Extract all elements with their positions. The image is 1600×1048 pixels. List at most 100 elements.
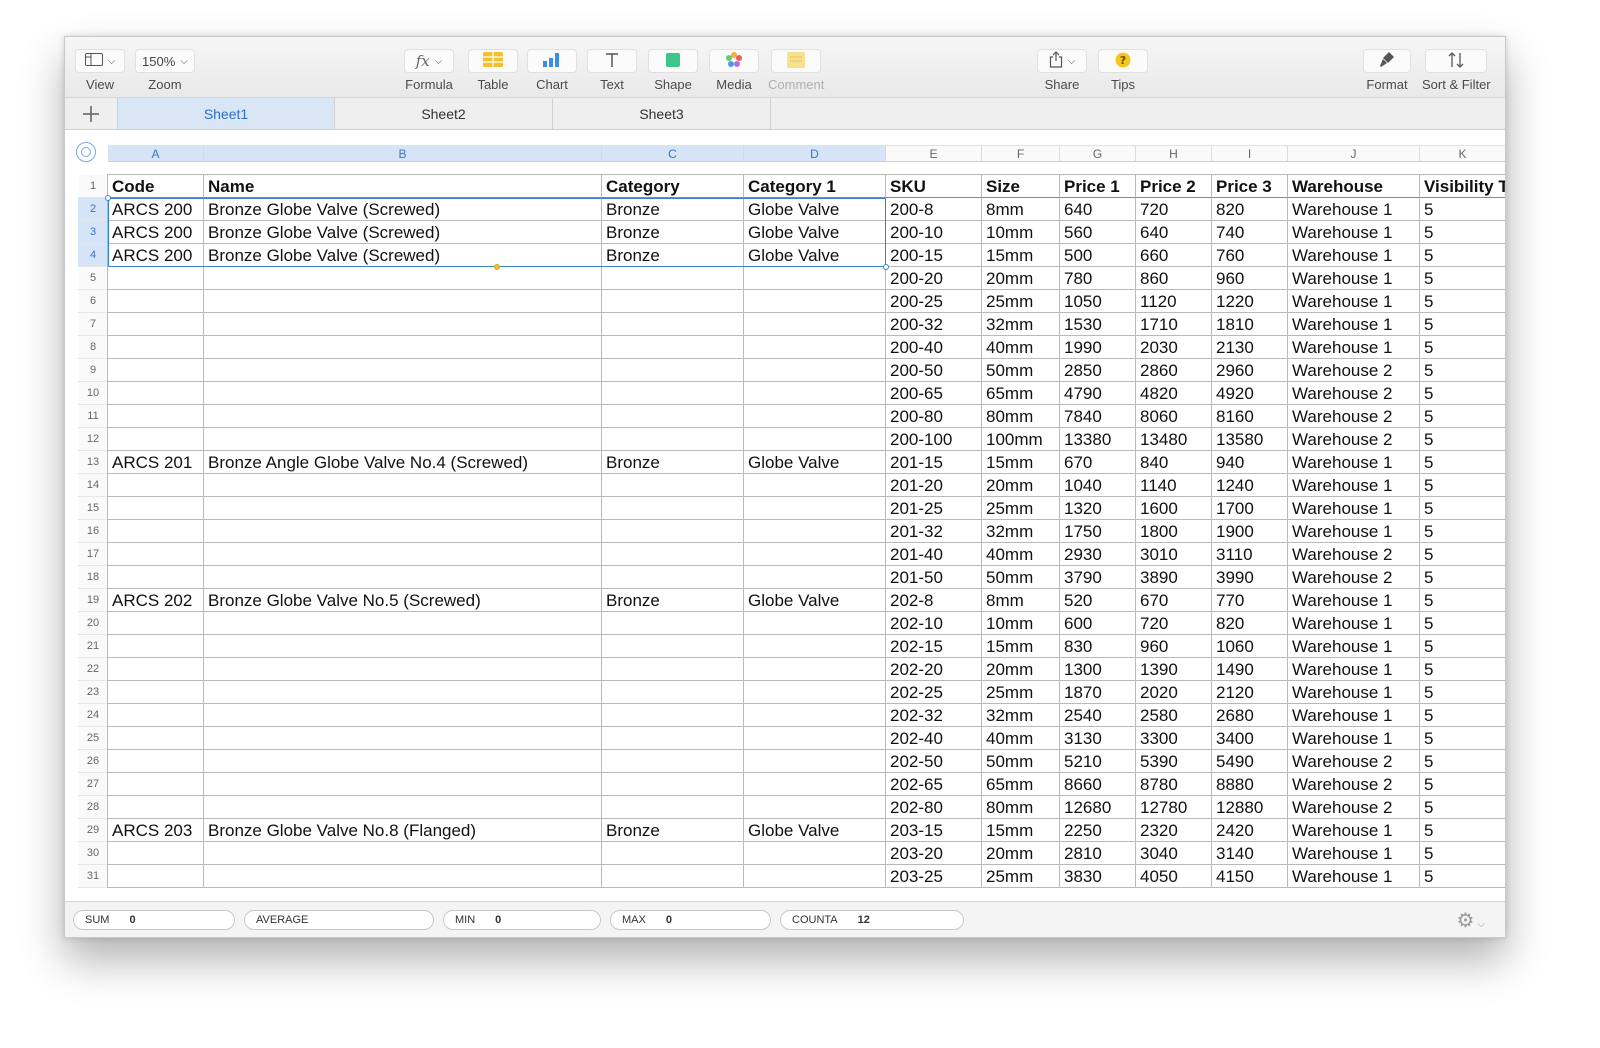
- table-cell[interactable]: 1320: [1060, 497, 1136, 520]
- table-cell[interactable]: [108, 612, 204, 635]
- row-header[interactable]: 17: [78, 543, 108, 566]
- table-cell[interactable]: [204, 658, 602, 681]
- table-cell[interactable]: 2250: [1060, 819, 1136, 842]
- table-cell[interactable]: 201-20: [886, 474, 982, 497]
- row-header[interactable]: 31: [78, 865, 108, 888]
- table-cell[interactable]: 5: [1420, 359, 1505, 382]
- table-cell[interactable]: 760: [1212, 244, 1288, 267]
- table-cell[interactable]: 3010: [1136, 543, 1212, 566]
- table-cell[interactable]: [204, 635, 602, 658]
- table-cell[interactable]: Warehouse 1: [1288, 244, 1420, 267]
- table-cell[interactable]: 3110: [1212, 543, 1288, 566]
- comment-button[interactable]: [771, 49, 822, 73]
- table-cell[interactable]: 13480: [1136, 428, 1212, 451]
- table-cell[interactable]: 50mm: [982, 750, 1060, 773]
- table-cell[interactable]: Bronze Angle Globe Valve No.4 (Screwed): [204, 451, 602, 474]
- table-cell[interactable]: 203-25: [886, 865, 982, 888]
- table-cell[interactable]: Bronze Globe Valve No.5 (Screwed): [204, 589, 602, 612]
- table-cell[interactable]: Globe Valve: [744, 819, 886, 842]
- row-header[interactable]: 18: [78, 566, 108, 589]
- table-cell[interactable]: Warehouse 1: [1288, 704, 1420, 727]
- table-cell[interactable]: Warehouse 1: [1288, 727, 1420, 750]
- table-cell[interactable]: Warehouse 1: [1288, 198, 1420, 221]
- table-cell[interactable]: Warehouse 1: [1288, 474, 1420, 497]
- table-cell[interactable]: 5: [1420, 681, 1505, 704]
- table-cell[interactable]: 1810: [1212, 313, 1288, 336]
- table-cell[interactable]: 2810: [1060, 842, 1136, 865]
- table-cell[interactable]: [204, 405, 602, 428]
- column-header-b[interactable]: B: [204, 145, 602, 162]
- table-cell[interactable]: 1240: [1212, 474, 1288, 497]
- table-cell[interactable]: 1060: [1212, 635, 1288, 658]
- table-cell[interactable]: [602, 520, 744, 543]
- table-cell[interactable]: 8mm: [982, 198, 1060, 221]
- table-cell[interactable]: 8mm: [982, 589, 1060, 612]
- table-cell[interactable]: 1220: [1212, 290, 1288, 313]
- table-cell[interactable]: Globe Valve: [744, 244, 886, 267]
- table-cell[interactable]: [108, 520, 204, 543]
- table-cell[interactable]: 3790: [1060, 566, 1136, 589]
- table-cell[interactable]: 203-20: [886, 842, 982, 865]
- table-cell[interactable]: 202-40: [886, 727, 982, 750]
- table-cell[interactable]: [108, 773, 204, 796]
- table-cell[interactable]: [744, 359, 886, 382]
- selection-handle[interactable]: [105, 195, 111, 201]
- table-cell[interactable]: [108, 428, 204, 451]
- header-cell[interactable]: Size: [982, 175, 1060, 198]
- table-cell[interactable]: 2420: [1212, 819, 1288, 842]
- table-cell[interactable]: 2960: [1212, 359, 1288, 382]
- table-cell[interactable]: 201-50: [886, 566, 982, 589]
- table-cell[interactable]: 1870: [1060, 681, 1136, 704]
- table-cell[interactable]: [602, 405, 744, 428]
- table-cell[interactable]: 7840: [1060, 405, 1136, 428]
- table-cell[interactable]: 25mm: [982, 290, 1060, 313]
- table-cell[interactable]: 5: [1420, 750, 1505, 773]
- table-cell[interactable]: 5: [1420, 543, 1505, 566]
- table-cell[interactable]: 2020: [1136, 681, 1212, 704]
- table-cell[interactable]: Globe Valve: [744, 198, 886, 221]
- table-cell[interactable]: 1710: [1136, 313, 1212, 336]
- table-cell[interactable]: [204, 428, 602, 451]
- table-cell[interactable]: [108, 727, 204, 750]
- table-cell[interactable]: [744, 773, 886, 796]
- table-cell[interactable]: 20mm: [982, 842, 1060, 865]
- table-cell[interactable]: [744, 865, 886, 888]
- table-cell[interactable]: 200-32: [886, 313, 982, 336]
- tab-sheet2[interactable]: Sheet2: [335, 98, 553, 129]
- table-cell[interactable]: [744, 796, 886, 819]
- row-header[interactable]: 12: [78, 428, 108, 451]
- table-cell[interactable]: 940: [1212, 451, 1288, 474]
- zoom-tool[interactable]: 150% ⌵ Zoom: [135, 49, 195, 92]
- table-cell[interactable]: [108, 336, 204, 359]
- table-cell[interactable]: [602, 428, 744, 451]
- table-cell[interactable]: [602, 773, 744, 796]
- table-cell[interactable]: [108, 359, 204, 382]
- table-cell[interactable]: ARCS 200: [108, 198, 204, 221]
- table-cell[interactable]: [744, 382, 886, 405]
- table-cell[interactable]: 5: [1420, 244, 1505, 267]
- table-cell[interactable]: Warehouse 1: [1288, 635, 1420, 658]
- table-cell[interactable]: [108, 704, 204, 727]
- table-cell[interactable]: Bronze Globe Valve No.8 (Flanged): [204, 819, 602, 842]
- table-cell[interactable]: 1990: [1060, 336, 1136, 359]
- table-cell[interactable]: Warehouse 1: [1288, 336, 1420, 359]
- row-header[interactable]: 11: [78, 405, 108, 428]
- table-cell[interactable]: 500: [1060, 244, 1136, 267]
- counta-pill[interactable]: COUNTA 12: [780, 910, 964, 930]
- table-cell[interactable]: [744, 336, 886, 359]
- text-tool[interactable]: Text: [587, 49, 637, 92]
- table-cell[interactable]: 670: [1136, 589, 1212, 612]
- table-cell[interactable]: 2120: [1212, 681, 1288, 704]
- table-cell[interactable]: 5: [1420, 520, 1505, 543]
- table-cell[interactable]: Bronze: [602, 451, 744, 474]
- table-cell[interactable]: Warehouse 1: [1288, 681, 1420, 704]
- table-cell[interactable]: 10mm: [982, 221, 1060, 244]
- table-cell[interactable]: Warehouse 2: [1288, 382, 1420, 405]
- comment-tool[interactable]: Comment: [768, 49, 824, 92]
- table-cell[interactable]: [108, 382, 204, 405]
- table-cell[interactable]: 3400: [1212, 727, 1288, 750]
- min-pill[interactable]: MIN 0: [443, 910, 601, 930]
- sort-tool[interactable]: Sort & Filter: [1422, 49, 1491, 92]
- table-cell[interactable]: 5: [1420, 313, 1505, 336]
- share-button[interactable]: ⌵: [1037, 49, 1087, 73]
